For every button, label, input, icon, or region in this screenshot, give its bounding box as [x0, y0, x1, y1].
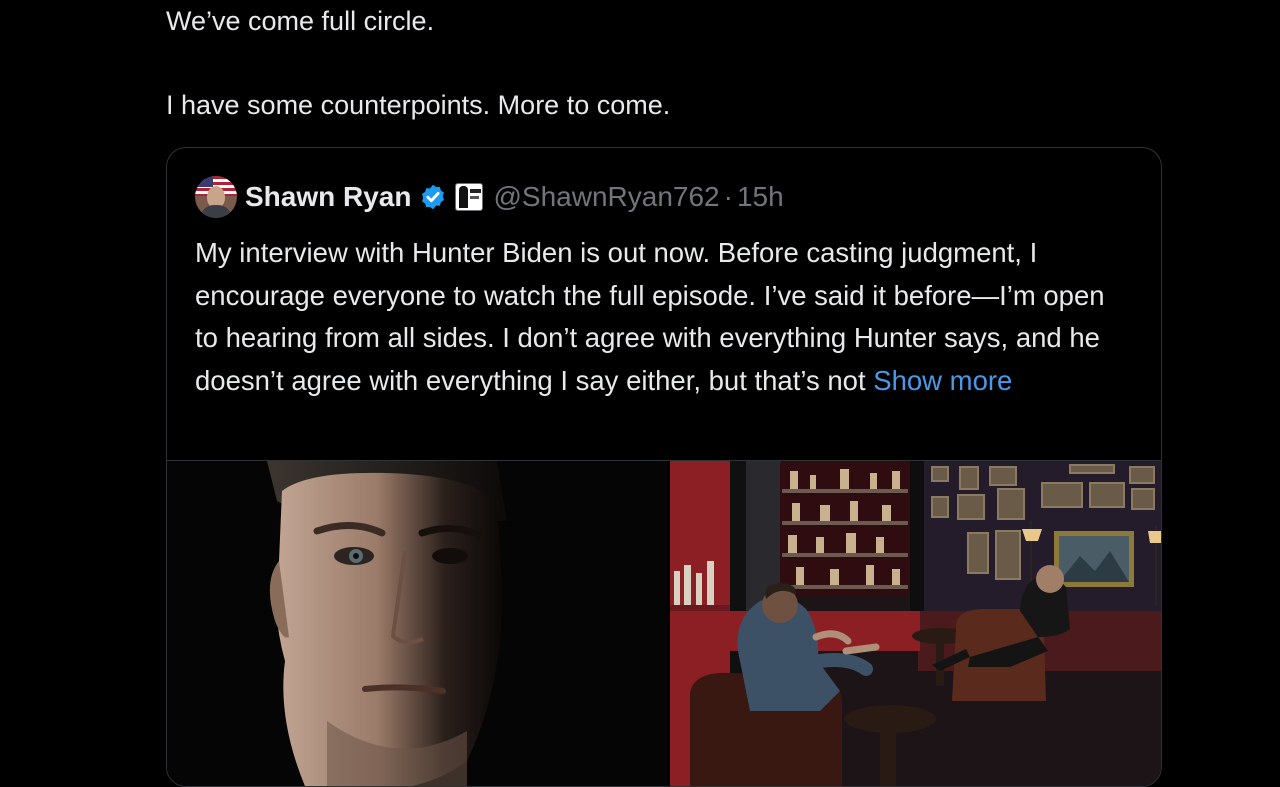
- tweet-text-line-2: I have some counterpoints. More to come.: [166, 90, 671, 120]
- separator-dot: ·: [723, 181, 733, 212]
- author-handle[interactable]: @ShawnRyan762: [493, 181, 719, 213]
- avatar[interactable]: [195, 176, 237, 218]
- studio-illustration: [670, 461, 1161, 786]
- quoted-tweet-card[interactable]: Shawn Ryan @ShawnRyan762 · 15h My interv…: [166, 147, 1162, 787]
- media-image-portrait[interactable]: [167, 461, 668, 786]
- verified-badge-icon: [422, 184, 445, 210]
- portrait-illustration: [167, 461, 668, 786]
- media-grid: [167, 460, 1161, 786]
- quoted-tweet-text: My interview with Hunter Biden is out no…: [195, 232, 1135, 402]
- affiliate-badge-icon[interactable]: [455, 183, 484, 211]
- tweet-text-line-1: We’ve come full circle.: [166, 6, 435, 36]
- quoted-tweet-header: Shawn Ryan @ShawnRyan762 · 15h: [195, 176, 784, 218]
- post-timestamp[interactable]: 15h: [737, 181, 784, 213]
- show-more-link[interactable]: Show more: [873, 365, 1012, 396]
- author-name[interactable]: Shawn Ryan: [245, 181, 411, 213]
- media-image-studio[interactable]: [670, 461, 1161, 786]
